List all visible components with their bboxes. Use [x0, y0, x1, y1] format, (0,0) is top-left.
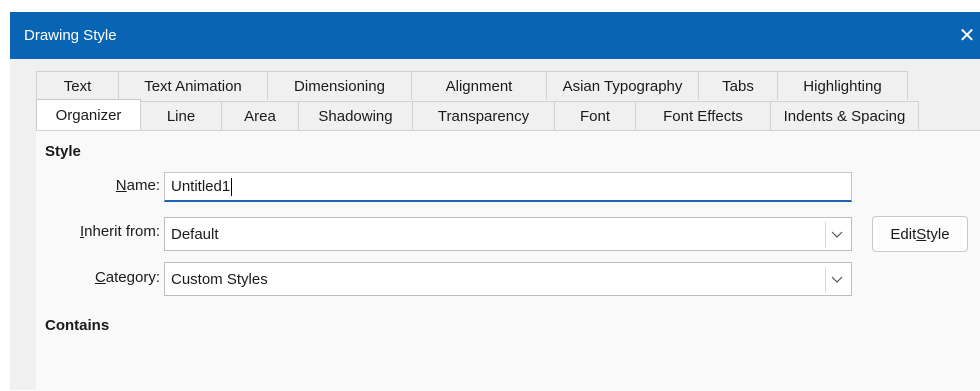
tab-text-animation[interactable]: Text Animation — [118, 71, 268, 100]
name-input[interactable]: Untitled1 — [164, 172, 852, 202]
tab-asian-typography[interactable]: Asian Typography — [546, 71, 699, 100]
category-label-rest: ategory: — [105, 269, 160, 286]
close-icon[interactable]: ✕ — [954, 12, 980, 59]
tab-text[interactable]: Text — [36, 71, 119, 100]
dialog-body: Text Text Animation Dimensioning Alignme… — [10, 59, 980, 391]
inherit-from-value: Default — [171, 225, 219, 243]
style-heading: Style — [45, 143, 81, 160]
inherit-from-select[interactable]: Default — [164, 217, 852, 251]
tab-indents-spacing[interactable]: Indents & Spacing — [770, 101, 919, 130]
inherit-label-rest: nherit from: — [84, 223, 160, 240]
edit-style-pre: Edit — [890, 225, 917, 243]
tab-transparency[interactable]: Transparency — [412, 101, 555, 130]
edit-style-accel: S — [916, 225, 927, 243]
name-value: Untitled1 — [171, 178, 231, 195]
tab-font[interactable]: Font — [554, 101, 636, 130]
tab-line[interactable]: Line — [140, 101, 222, 130]
name-label-rest: ame: — [126, 177, 160, 194]
tab-row-1: Text Text Animation Dimensioning Alignme… — [36, 71, 908, 101]
category-label-accel: C — [94, 269, 106, 286]
edit-style-button[interactable]: Edit Style — [872, 216, 968, 252]
tab-highlighting[interactable]: Highlighting — [777, 71, 908, 100]
tab-row-2: Organizer Line Area Shadowing Transparen… — [36, 99, 919, 131]
organizer-panel: Style Name: Untitled1 Inherit from: Defa… — [36, 130, 980, 391]
tab-area[interactable]: Area — [221, 101, 299, 130]
name-label-accel: N — [115, 177, 127, 194]
tab-alignment[interactable]: Alignment — [411, 71, 547, 100]
tab-dimensioning[interactable]: Dimensioning — [267, 71, 412, 100]
edit-style-post: tyle — [926, 225, 950, 243]
tab-organizer[interactable]: Organizer — [36, 99, 141, 130]
tab-shadowing[interactable]: Shadowing — [298, 101, 413, 130]
chevron-down-icon[interactable] — [825, 222, 847, 248]
category-select[interactable]: Custom Styles — [164, 262, 852, 296]
name-label: Name: — [86, 177, 160, 194]
inherit-from-label: Inherit from: — [50, 223, 160, 240]
category-label: Category: — [66, 269, 160, 286]
category-value: Custom Styles — [171, 270, 268, 288]
tab-tabs[interactable]: Tabs — [698, 71, 778, 100]
text-caret — [231, 177, 233, 196]
dialog-title: Drawing Style — [24, 27, 117, 44]
tab-font-effects[interactable]: Font Effects — [635, 101, 771, 130]
title-bar: Drawing Style ✕ — [10, 12, 980, 59]
chevron-down-icon[interactable] — [825, 267, 847, 293]
contains-heading: Contains — [45, 317, 110, 334]
